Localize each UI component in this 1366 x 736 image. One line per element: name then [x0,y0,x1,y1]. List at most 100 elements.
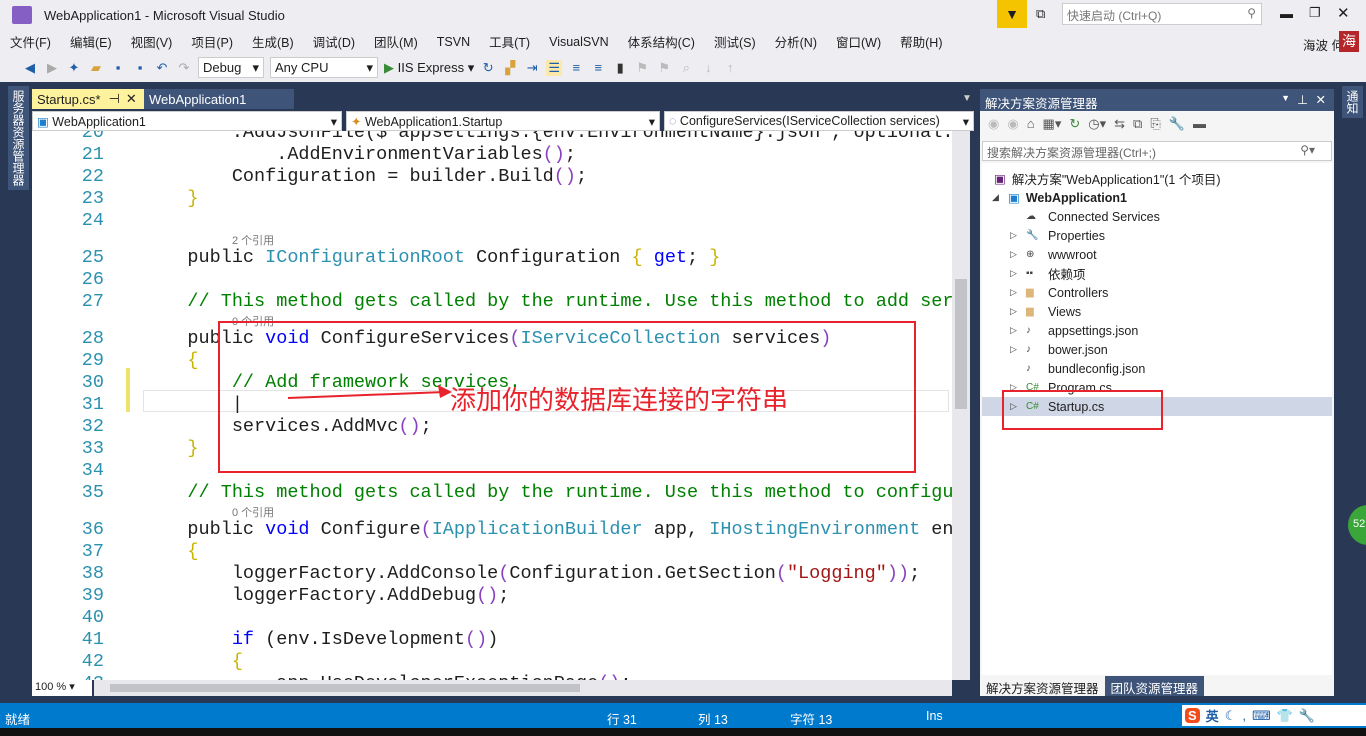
up-arrow-icon[interactable]: ↑ [722,60,738,76]
zoom-select[interactable]: 100 % ▾ [32,680,92,696]
properties-icon[interactable]: 🔧 [1169,116,1185,134]
code-line[interactable]: } [143,188,198,210]
ime-toolbar[interactable]: S 英 ☾, ⌨ 👕 🔧 [1182,705,1366,726]
server-explorer-tab[interactable]: 服务器资源管理器 [8,86,29,190]
format-icon[interactable]: ☰ [546,59,563,76]
expand-arrow-icon[interactable]: ▷ [1010,306,1020,317]
menu-item[interactable]: VisualSVN [549,35,609,49]
run-button[interactable]: ▶ IIS Express ▾ [384,60,474,76]
tree-item[interactable]: ▷ ▆ Controllers [1010,283,1108,302]
code-line[interactable]: // This method gets called by the runtim… [143,482,952,504]
menu-item[interactable]: 工具(T) [489,32,530,51]
tab-solution-explorer[interactable]: 解决方案资源管理器 [980,676,1105,696]
menu-item[interactable]: TSVN [437,35,470,49]
skin-icon[interactable]: 👕 [1277,708,1293,724]
menu-item[interactable]: 编辑(E) [70,32,112,51]
moon-icon[interactable]: ☾ [1225,708,1237,724]
member-nav-select[interactable]: ◌ ConfigureServices(IServiceCollection s… [664,111,974,131]
uncomment-icon[interactable]: ≡ [590,60,606,76]
refresh-icon[interactable]: ↻ [480,60,496,76]
menu-item[interactable]: 测试(S) [714,32,756,51]
tab-webapplication1[interactable]: WebApplication1 [144,89,294,109]
tree-item[interactable]: ▷ ▆ Views [1010,302,1081,321]
h-scroll-thumb[interactable] [110,684,580,692]
new-project-icon[interactable]: ✦ [66,60,82,76]
menu-item[interactable]: 窗口(W) [836,32,881,51]
platform-select[interactable]: Any CPU ▾ [270,57,378,78]
code-line[interactable]: .AddJsonFile($"appsettings.{env.Environm… [143,131,952,144]
tree-item[interactable]: ▷ 🔧 Properties [1010,226,1105,245]
tab-team-explorer[interactable]: 团队资源管理器 [1104,676,1205,696]
tree-item[interactable]: ▷ ♪ bower.json [1010,340,1108,359]
codelens-references[interactable]: 2 个引用 [232,232,274,248]
code-line[interactable]: public void Configure(IApplicationBuilde… [143,519,952,541]
tab-startup-cs[interactable]: Startup.cs* ⊣ ✕ [32,89,144,109]
restore-button[interactable]: ❐ [1309,5,1321,21]
switch-views-icon[interactable]: ▦▾ [1043,116,1062,134]
expand-arrow-icon[interactable]: ▷ [1010,325,1020,336]
tree-item[interactable]: ▷ ⊕ wwwroot [1010,245,1097,264]
show-all-icon[interactable]: ⎘ [1150,116,1160,134]
menu-item[interactable]: 生成(B) [252,32,294,51]
expand-arrow-icon[interactable]: ▷ [1010,287,1020,298]
save-icon[interactable]: ▪ [110,60,126,76]
tree-item[interactable]: ♪ bundleconfig.json [1010,359,1145,378]
panel-menu-icon[interactable]: ▼ [1281,93,1290,103]
menu-item[interactable]: 调试(D) [313,32,355,51]
minimize-button[interactable]: ▬ [1280,6,1293,21]
keyboard-icon[interactable]: ⌨ [1252,708,1271,724]
collapse-icon[interactable]: ⧉ [1133,116,1142,134]
find-icon[interactable]: ⌕ [678,60,694,76]
undo-icon[interactable]: ↶ [154,60,170,76]
menu-item[interactable]: 帮助(H) [900,32,942,51]
down-arrow-icon[interactable]: ↓ [700,60,716,76]
browser-link-icon[interactable]: ▞ [502,60,518,76]
menu-item[interactable]: 团队(M) [374,32,418,51]
menu-item[interactable]: 视图(V) [131,32,173,51]
history-icon[interactable]: ◷▾ [1088,116,1106,134]
pending-changes-icon[interactable]: ↻ [1069,116,1080,134]
menu-item[interactable]: 文件(F) [10,32,51,51]
vertical-scrollbar[interactable] [952,131,970,680]
preview-icon[interactable]: ▬ [1193,116,1206,134]
menu-item[interactable]: 体系结构(C) [628,32,695,51]
redo-icon[interactable]: ↷ [176,60,192,76]
back-icon[interactable]: ◀ [22,60,38,76]
code-line[interactable]: loggerFactory.AddDebug(); [143,585,510,607]
menu-item[interactable]: 项目(P) [191,32,233,51]
configuration-select[interactable]: Debug ▾ [198,57,264,78]
save-all-icon[interactable]: ▪ [132,60,148,76]
code-line[interactable]: app.UseDeveloperExceptionPage(); [143,673,631,680]
code-line[interactable]: Configuration = builder.Build(); [143,166,587,188]
bookmark-icon[interactable]: ▮ [612,60,628,76]
panel-close-icon[interactable]: ✕ [1316,92,1326,107]
step-icon[interactable]: ⇥ [524,60,540,76]
tools-icon[interactable]: 🔧 [1299,708,1315,724]
back-icon[interactable]: ◉ [988,116,999,134]
codelens-references[interactable]: 0 个引用 [232,504,274,520]
tree-item[interactable]: ▷ ♪ appsettings.json [1010,321,1138,340]
pin-icon[interactable]: ⊣ [109,91,120,107]
tree-item[interactable]: ▷ ▪▪ 依赖项 [1010,264,1086,283]
next-bookmark-icon[interactable]: ⚑ [656,60,672,76]
sync-icon[interactable]: ⇆ [1114,116,1125,134]
home-icon[interactable]: ⌂ [1027,116,1035,134]
solution-search-input[interactable]: 搜索解决方案资源管理器(Ctrl+;) ⚲▾ [982,141,1332,161]
prev-bookmark-icon[interactable]: ⚑ [634,60,650,76]
expanded-icon[interactable]: ◢ [992,192,1002,203]
punct-icon[interactable]: , [1242,708,1246,723]
horizontal-scrollbar[interactable] [94,680,952,696]
expand-arrow-icon[interactable]: ▷ [1010,344,1020,355]
code-line[interactable]: { [143,651,243,673]
feedback-icon[interactable]: ⧉ [1036,6,1045,22]
expand-arrow-icon[interactable]: ▷ [1010,268,1020,279]
avatar[interactable]: 海 [1339,31,1359,52]
code-line[interactable]: if (env.IsDevelopment()) [143,629,498,651]
ime-mode[interactable]: 英 [1206,706,1219,725]
code-line[interactable]: { [143,541,198,563]
close-window-button[interactable]: ✕ [1337,4,1350,22]
project-nav-select[interactable]: ▣ WebApplication1 ▾ [32,111,342,131]
tree-item[interactable]: ☁ Connected Services [1010,207,1160,226]
code-line[interactable]: { [143,350,198,372]
code-line[interactable]: .AddEnvironmentVariables(); [143,144,576,166]
